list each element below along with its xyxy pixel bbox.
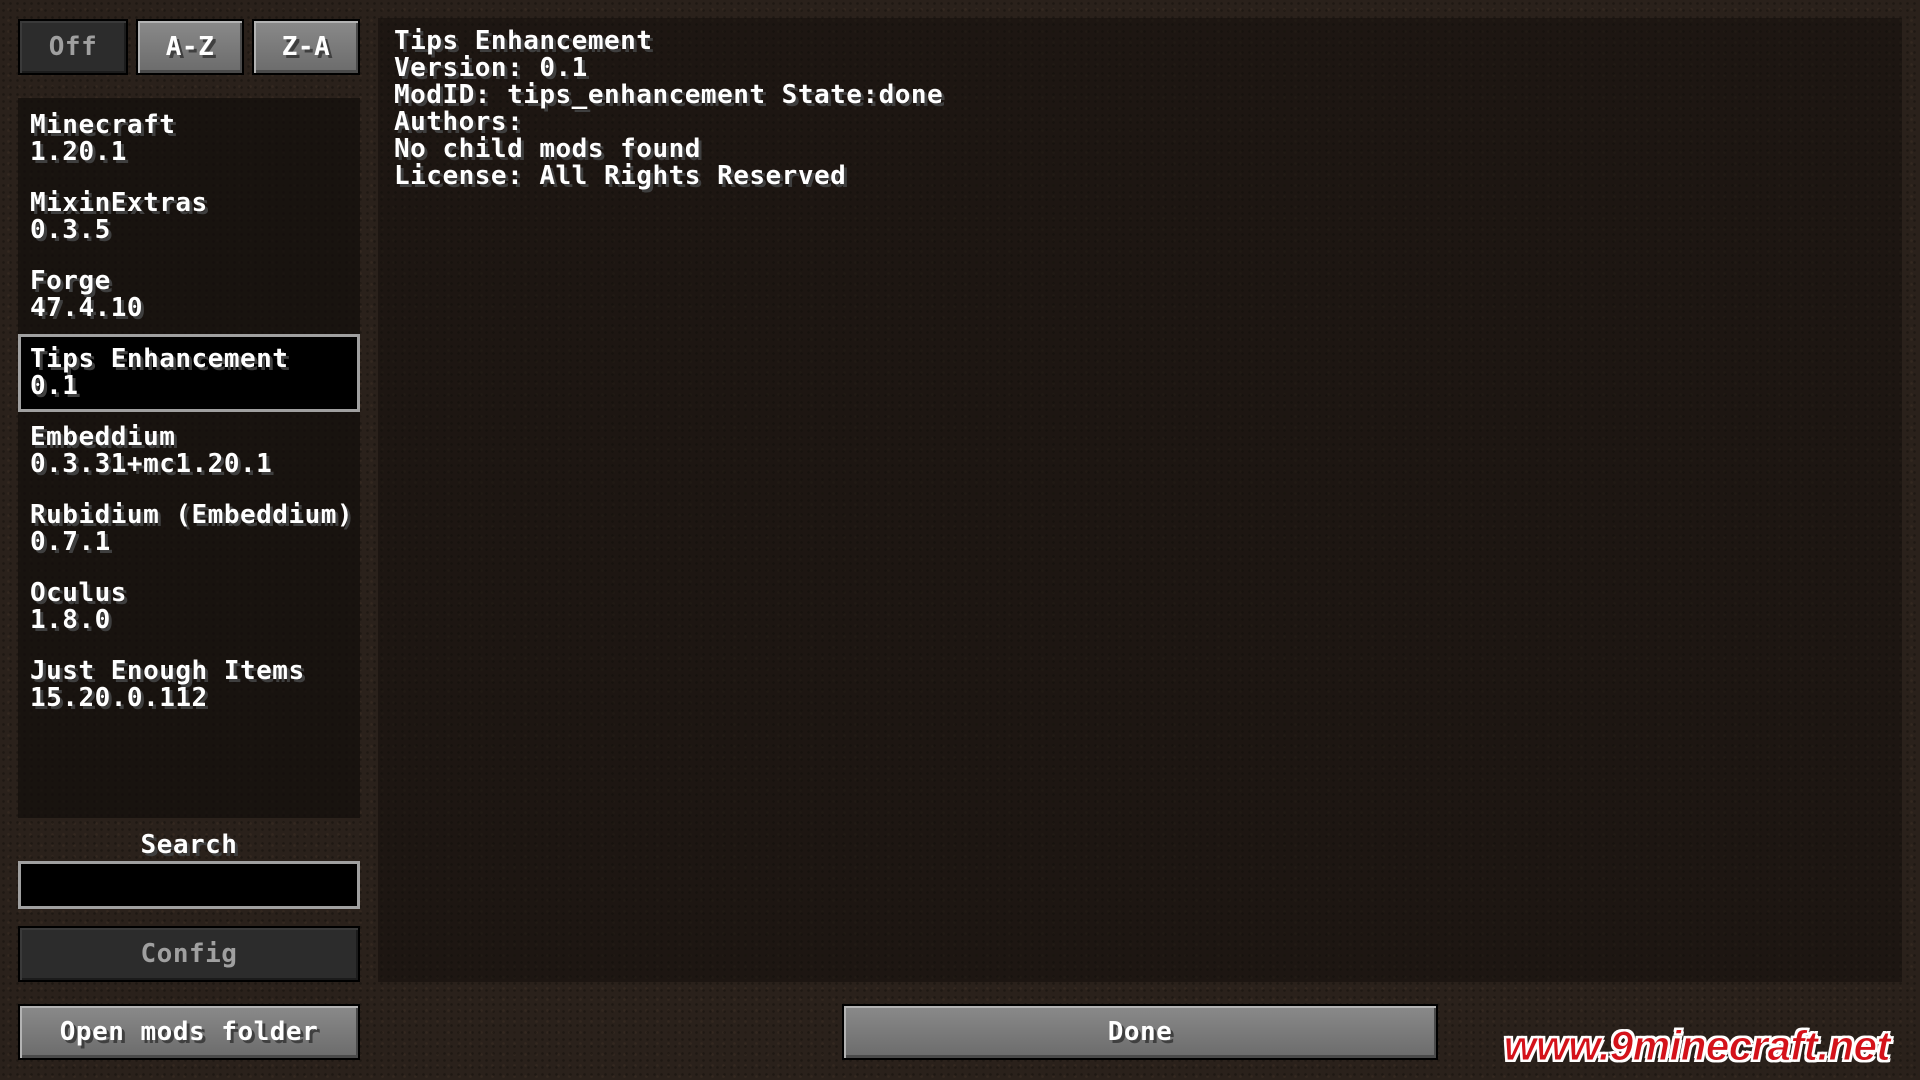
watermark-logo: www.9minecraft.net [1503,1022,1891,1070]
sort-az-button[interactable]: A-Z [136,19,244,75]
mod-version: 0.7.1 [30,527,111,557]
sort-off-button[interactable]: Off [18,19,128,75]
mod-name: Oculus [30,578,127,608]
mod-name: Just Enough Items [30,656,305,686]
mod-version: 47.4.10 [30,293,144,323]
mod-list-item-tips-enhancement[interactable]: Tips Enhancement 0.1 [18,334,360,412]
mod-list-item-mixinextras[interactable]: MixinExtras 0.3.5 [18,178,360,256]
mod-info-license: License: All Rights Reserved [394,161,847,191]
sort-az-label: A-Z [165,32,215,62]
mod-info-modid: ModID: tips_enhancement State:done [394,80,944,110]
search-input[interactable] [18,861,360,909]
config-button[interactable]: Config [18,926,360,982]
mod-name: Forge [30,266,111,296]
open-mods-folder-label: Open mods folder [59,1017,319,1047]
done-label: Done [1107,1017,1173,1047]
mod-version: 1.8.0 [30,605,111,635]
mod-version: 15.20.0.112 [30,683,208,713]
mod-list-item-minecraft[interactable]: Minecraft 1.20.1 [18,100,360,178]
mod-version: 0.3.5 [30,215,111,245]
mod-list-item-jei[interactable]: Just Enough Items 15.20.0.112 [18,646,360,724]
config-label: Config [140,939,238,969]
sort-za-label: Z-A [281,32,331,62]
mod-version: 0.3.31+mc1.20.1 [30,449,273,479]
mod-name: Embeddium [30,422,176,452]
mod-info-authors: Authors: [394,107,524,137]
mod-list-item-forge[interactable]: Forge 47.4.10 [18,256,360,334]
mod-list-item-rubidium[interactable]: Rubidium (Embeddium) 0.7.1 [18,490,360,568]
mod-list[interactable]: Minecraft 1.20.1 MixinExtras 0.3.5 Forge… [18,98,360,818]
mod-name: Tips Enhancement [30,344,289,374]
mod-version: 0.1 [30,371,79,401]
mod-list-item-oculus[interactable]: Oculus 1.8.0 [18,568,360,646]
open-mods-folder-button[interactable]: Open mods folder [18,1004,360,1060]
sort-off-label: Off [48,32,98,62]
mod-info-panel: Tips Enhancement Version: 0.1 ModID: tip… [378,18,1902,982]
mod-info-version: Version: 0.1 [394,53,588,83]
mod-name: MixinExtras [30,188,208,218]
done-button[interactable]: Done [842,1004,1438,1060]
sort-za-button[interactable]: Z-A [252,19,360,75]
mod-name: Rubidium (Embeddium) [30,500,354,530]
mod-name: Minecraft [30,110,176,140]
mod-list-item-embeddium[interactable]: Embeddium 0.3.31+mc1.20.1 [18,412,360,490]
mod-info-children: No child mods found [394,134,701,164]
search-label: Search [140,830,238,860]
mod-version: 1.20.1 [30,137,127,167]
mod-info-title: Tips Enhancement [394,26,653,56]
